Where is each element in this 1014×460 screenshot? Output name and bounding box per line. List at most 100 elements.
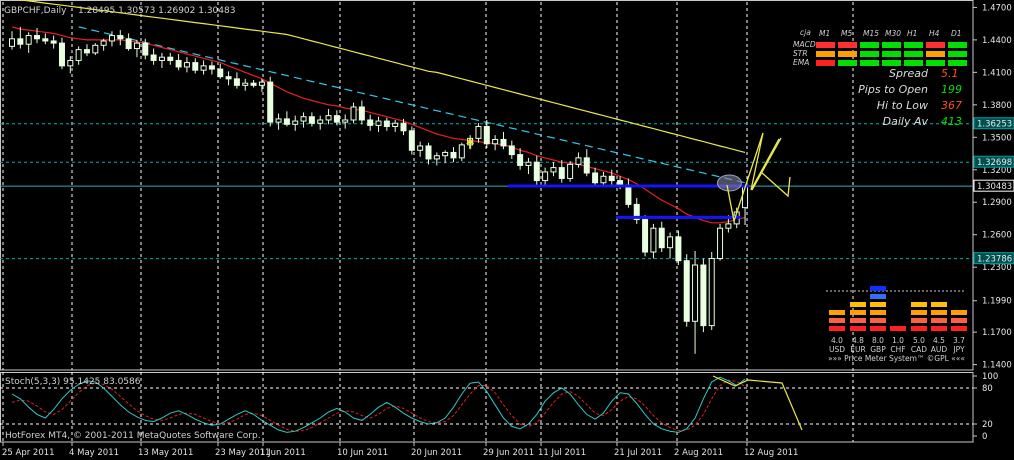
x-axis-label: 25 Apr 2011	[2, 448, 55, 458]
currency-strength-value: 4.5	[933, 336, 945, 345]
price-tag-label: 1.32698	[977, 158, 1012, 168]
signal-cell	[882, 60, 901, 66]
candle	[542, 167, 549, 186]
y-axis-label: 1.3500	[982, 133, 1012, 143]
y-axis-label: 1.4700	[982, 3, 1012, 13]
currency-code: CHF	[890, 345, 905, 354]
meter-bar-segment	[850, 302, 866, 307]
candle	[333, 110, 340, 126]
currency-code: USD	[829, 345, 845, 354]
candle-body-bear	[167, 56, 174, 61]
candle-body-bear	[283, 118, 290, 125]
chart-symbol-label: GBPCHF,Daily	[4, 6, 67, 16]
candle	[567, 161, 574, 182]
candle-body-bull	[442, 151, 449, 157]
candle-body-bull	[392, 122, 399, 127]
candle	[225, 71, 232, 86]
candle-body-bull	[92, 44, 99, 54]
candle	[100, 38, 107, 51]
signal-cell	[816, 42, 835, 48]
y-axis-label: 1.1990	[982, 297, 1012, 307]
candle	[475, 123, 482, 143]
meter-bar-segment	[951, 326, 967, 331]
candle-body-bull	[458, 144, 465, 159]
candle	[408, 126, 415, 155]
signal-cell	[882, 51, 901, 57]
candle-body-bear	[450, 151, 457, 159]
meter-bar-segment	[931, 302, 947, 307]
panel-timeframe-label: H4	[929, 29, 940, 38]
candle-body-bull	[475, 125, 482, 139]
candle	[633, 197, 640, 224]
info-value: 413	[941, 115, 962, 128]
price-chart[interactable]: 25 Apr 2011 4 May 2011 13 May 2011 23 May 2…	[0, 0, 1014, 460]
candle	[117, 30, 124, 46]
x-axis-label: 1 Jun 2011	[260, 448, 306, 458]
x-axis-label: 21 Jul 2011	[614, 448, 662, 458]
candle-body-bear	[592, 172, 599, 184]
candle-body-bull	[9, 38, 15, 47]
candle	[433, 152, 440, 166]
meter-bar-segment	[829, 326, 845, 331]
candle-body-bear	[125, 38, 132, 50]
candle	[317, 115, 324, 130]
x-axis-label: 13 May 2011	[138, 448, 193, 458]
candle-body-bear	[50, 40, 57, 44]
candle	[492, 135, 499, 151]
x-axis-label: 10 Jun 2011	[337, 448, 388, 458]
candle-body-bull	[350, 106, 357, 121]
meter-bar-segment	[870, 318, 886, 323]
candle	[500, 131, 507, 150]
candle-body-bear	[208, 65, 215, 70]
candle	[283, 111, 290, 127]
candle-body-bull	[717, 227, 724, 260]
signal-cell	[838, 42, 857, 48]
candle-body-bear	[217, 68, 224, 78]
currency-code: AUD	[931, 345, 948, 354]
y-axis-label: 1.2600	[982, 231, 1012, 241]
candle	[50, 35, 57, 49]
signal-cell	[926, 60, 945, 66]
candle	[383, 117, 390, 131]
candle-body-bull	[25, 35, 32, 45]
meter-bar-segment	[870, 294, 886, 299]
candle	[208, 61, 215, 75]
candle-body-bull	[133, 42, 140, 50]
candle	[717, 223, 724, 261]
y-axis-label: 1.4400	[982, 36, 1012, 46]
candle	[258, 78, 265, 92]
candle-body-bear	[383, 120, 390, 127]
candle	[275, 113, 282, 130]
info-value: 199	[941, 83, 962, 96]
candle	[267, 76, 274, 127]
indicator-label: Stoch(5,3,3) 95.1425 83.0586	[5, 377, 141, 387]
panel-timeframe-label: M5	[841, 29, 852, 38]
candle	[550, 162, 557, 177]
signal-cell	[904, 42, 923, 48]
panel-header-label: cja	[800, 28, 811, 37]
meter-bar-segment	[870, 302, 886, 307]
candle-body-bull	[492, 138, 499, 145]
candle-body-bull	[667, 236, 674, 249]
candle	[517, 148, 524, 170]
candle-body-bear	[225, 76, 232, 80]
candle-body-bull	[325, 115, 332, 121]
candle	[167, 52, 174, 65]
candle-body-bull	[525, 161, 532, 166]
candle-body-bear	[17, 38, 24, 45]
candle-body-bear	[175, 59, 182, 68]
stoch-projection-line	[712, 375, 803, 431]
panel-row-label: EMA	[793, 58, 809, 67]
candle-body-bear	[267, 81, 274, 123]
signal-cell	[816, 51, 835, 57]
candle-body-bear	[483, 125, 490, 145]
candle-body-bear	[142, 42, 149, 56]
candle-body-bull	[575, 157, 582, 165]
meter-bar-segment	[870, 310, 886, 315]
trend-channel-line	[78, 26, 746, 184]
currency-code: GBP	[870, 345, 886, 354]
candle	[158, 52, 165, 69]
panel-timeframe-label: M30	[885, 29, 901, 38]
candle-body-bull	[275, 118, 282, 123]
candle	[533, 155, 540, 185]
